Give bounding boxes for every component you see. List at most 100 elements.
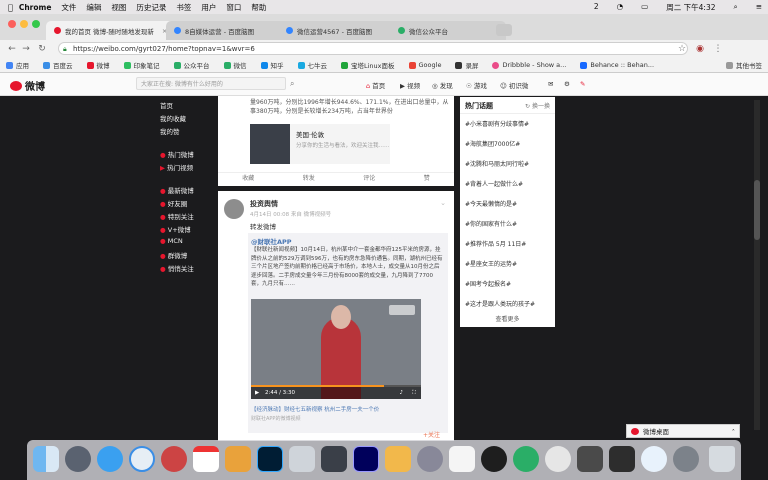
repost-button[interactable]: 转发 xyxy=(303,173,315,185)
menubar-item-edit[interactable]: 编辑 xyxy=(86,2,101,13)
hot-topic-item[interactable]: #今天最懒惰的是# xyxy=(465,200,550,220)
hot-topic-item[interactable]: #推荐作品 5月 11日# xyxy=(465,240,550,260)
left-nav-hot-video[interactable]: ▶ 热门视频 xyxy=(160,162,215,175)
hot-topic-item[interactable]: #星座女王的运势# xyxy=(465,260,550,280)
menubar-item-file[interactable]: 文件 xyxy=(61,2,76,13)
fullscreen-icon[interactable]: ⛶ xyxy=(412,387,416,399)
window-close-control[interactable] xyxy=(8,20,16,28)
settings-icon[interactable]: ⚙ xyxy=(564,80,570,88)
menubar-item-people[interactable]: 用户 xyxy=(201,2,216,13)
menubar-item-bookmarks[interactable]: 书签 xyxy=(176,2,191,13)
message-icon[interactable]: ✉ xyxy=(548,80,553,88)
menubar-app-name[interactable]: Chrome xyxy=(19,3,52,12)
new-tab-button[interactable] xyxy=(496,24,512,36)
nav-home[interactable]: ⌂ 首页 xyxy=(366,80,385,90)
bookmark-dribbble[interactable]: Dribbble - Show a... xyxy=(492,61,566,69)
desktop-weibo-popup[interactable]: 微博桌面 ˄ xyxy=(626,424,740,438)
premiere-icon[interactable] xyxy=(353,446,379,472)
launchpad-icon[interactable] xyxy=(65,446,91,472)
left-nav-hot-weibo[interactable]: ● 热门微博 xyxy=(160,149,215,162)
scrollbar-thumb[interactable] xyxy=(754,180,760,240)
video-progress[interactable] xyxy=(251,385,421,387)
trash-icon[interactable] xyxy=(709,446,735,472)
typora-icon[interactable] xyxy=(449,446,475,472)
wechat-icon[interactable] xyxy=(513,446,539,472)
baiduyun-icon[interactable] xyxy=(641,446,667,472)
bookmark-record[interactable]: 录屏 xyxy=(455,60,478,70)
nav-game[interactable]: ☉ 游戏 xyxy=(466,80,487,90)
video-caption[interactable]: 【经济脉动】财经七五新视察 杭州二手房一夫一个价 xyxy=(251,405,443,413)
nav-video[interactable]: ▶ 视频 xyxy=(400,80,420,90)
wifi-icon[interactable]: ◔ xyxy=(617,2,624,13)
qq-icon[interactable] xyxy=(481,446,507,472)
video-player[interactable]: ▶ 2:44 / 3:30 ♪ ⛶ xyxy=(251,299,421,399)
terminal-icon[interactable] xyxy=(577,446,603,472)
left-nav-secret[interactable]: ● 悄悄关注 xyxy=(160,263,215,276)
weibo-logo[interactable]: 微博 xyxy=(10,78,45,93)
bookmark-wechat[interactable]: 微信 xyxy=(223,60,247,70)
hot-topic-item[interactable]: #海航集团7000亿# xyxy=(465,140,550,160)
tab-baidu-mindmap-2[interactable]: 微信运营4567 - 百度脑图 xyxy=(278,21,402,40)
tab-wechat-platform[interactable]: 微信公众平台 xyxy=(390,21,506,40)
tab-weibo-home[interactable]: 我的首页 微博-随时随地发现新 × xyxy=(46,21,178,40)
compose-icon[interactable]: ✎ xyxy=(580,80,585,88)
left-nav-special[interactable]: ● 特别关注 xyxy=(160,211,215,224)
more-menu-icon[interactable]: ⋮ xyxy=(712,43,724,55)
left-nav-likes[interactable]: 我的赞 xyxy=(160,126,215,139)
menubar-item-window[interactable]: 窗口 xyxy=(226,2,241,13)
bookmark-baiduyun[interactable]: 百度云 xyxy=(43,60,73,70)
hot-topic-item[interactable]: #你的国家有什么# xyxy=(465,220,550,240)
bookmark-behance[interactable]: Behance :: Behan... xyxy=(580,61,654,69)
left-nav-favorites[interactable]: 我的收藏 xyxy=(160,113,215,126)
back-icon[interactable]: ← xyxy=(6,43,18,55)
pen-tool-icon[interactable] xyxy=(289,446,315,472)
search-icon[interactable]: ⌕ xyxy=(734,2,738,13)
menubar-item-help[interactable]: 帮助 xyxy=(251,2,266,13)
apple-icon[interactable]:  xyxy=(8,3,13,12)
hot-topic-item[interactable]: #国考今起报名# xyxy=(465,280,550,300)
left-nav-latest[interactable]: ● 最新微博 xyxy=(160,185,215,198)
link-card[interactable]: 美国·伦敦 分享你的生活与看法，欢迎关注我…… xyxy=(250,124,390,164)
bookmark-weibo[interactable]: 微博 xyxy=(86,60,110,70)
video-app-icon[interactable] xyxy=(321,446,347,472)
bookmark-star-icon[interactable]: ☆ xyxy=(676,43,688,55)
menubar-item-history[interactable]: 历史记录 xyxy=(136,2,166,13)
like-button[interactable]: 赞 xyxy=(424,173,430,185)
left-nav-vplus[interactable]: ● V+微博 xyxy=(160,224,215,237)
retweet-author[interactable]: @财联社APP xyxy=(251,236,292,246)
menubar-clock[interactable]: 周二 下午4:32 xyxy=(666,2,715,13)
photoshop-icon[interactable] xyxy=(257,446,283,472)
chevron-down-icon[interactable]: ⌄ xyxy=(440,199,446,207)
bookmark-other[interactable]: 其他书签 xyxy=(726,60,762,70)
nav-user[interactable]: ☺ 初识微 xyxy=(500,80,528,90)
forward-icon[interactable]: → xyxy=(20,43,32,55)
follow-button[interactable]: +关注 xyxy=(423,430,440,439)
paint-icon[interactable] xyxy=(225,446,251,472)
bookmark-baota[interactable]: 宝塔Linux面板 xyxy=(341,60,395,70)
left-nav-group[interactable]: ● 群微博 xyxy=(160,250,215,263)
bookmark-google[interactable]: Google xyxy=(408,61,441,69)
finder-icon[interactable] xyxy=(33,446,59,472)
hot-topic-item[interactable]: #沈腾和马丽太同行啦# xyxy=(465,160,550,180)
weibo-search-input[interactable]: 大家正在搜: 微博有什么好用的 xyxy=(136,77,286,90)
chevron-up-icon[interactable]: ˄ xyxy=(732,425,735,439)
refresh-button[interactable]: ↻ 换一换 xyxy=(525,101,550,110)
hot-topic-item[interactable]: #小米喜剧有分歧事情# xyxy=(465,120,550,140)
messages-icon[interactable] xyxy=(545,446,571,472)
post-author[interactable]: 投资舆情 xyxy=(250,199,278,209)
bookmark-qiniu[interactable]: 七牛云 xyxy=(297,60,327,70)
system-preferences-icon[interactable] xyxy=(673,446,699,472)
bookmark-evernote[interactable]: 印象笔记 xyxy=(123,60,160,70)
comment-button[interactable]: 评论 xyxy=(363,173,375,185)
dark-app-icon[interactable] xyxy=(609,446,635,472)
play-icon[interactable]: ▶ xyxy=(255,390,259,396)
left-nav-home[interactable]: 首页 xyxy=(160,100,215,113)
bookmark-apps[interactable]: 应用 xyxy=(6,60,29,70)
bookmark-mp-platform[interactable]: 公众平台 xyxy=(173,60,210,70)
safari-icon[interactable] xyxy=(129,446,155,472)
calendar-icon[interactable] xyxy=(193,446,219,472)
left-nav-mcn[interactable]: ● MCN xyxy=(160,237,215,250)
page-scrollbar[interactable] xyxy=(754,100,760,430)
app-store-icon[interactable] xyxy=(97,446,123,472)
reload-icon[interactable]: ↻ xyxy=(36,43,48,55)
